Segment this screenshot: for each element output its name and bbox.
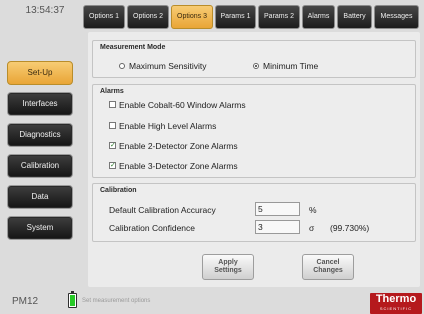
sigma-unit: σ — [309, 223, 315, 233]
calibration-accuracy-label: Default Calibration Accuracy — [109, 205, 216, 215]
checkbox-label: Enable 2-Detector Zone Alarms — [119, 141, 238, 151]
sidebar-item-setup[interactable]: Set-Up — [7, 61, 73, 85]
alarms-group: Alarms Enable Cobalt-60 Window Alarms En… — [92, 84, 416, 178]
tab-options-3[interactable]: Options 3 — [171, 5, 213, 29]
sidebar-item-data[interactable]: Data — [7, 185, 73, 209]
alarms-title: Alarms — [100, 88, 124, 95]
battery-icon — [68, 291, 77, 308]
radio-label: Maximum Sensitivity — [129, 61, 207, 71]
check-high-level-alarms[interactable]: Enable High Level Alarms — [109, 121, 216, 131]
check-cobalt-60-window-alarms[interactable]: Enable Cobalt-60 Window Alarms — [109, 100, 246, 110]
logo-name: Thermo — [375, 293, 417, 305]
checkbox-empty-icon[interactable] — [109, 122, 116, 130]
checkbox-label: Enable 3-Detector Zone Alarms — [119, 161, 238, 171]
apply-settings-button[interactable]: Apply Settings — [202, 254, 254, 280]
thermo-scientific-logo: Thermo SCIENTIFIC — [370, 293, 422, 314]
checkbox-label: Enable High Level Alarms — [119, 121, 217, 131]
tab-alarms[interactable]: Alarms — [302, 5, 335, 29]
device-name: PM12 — [12, 296, 39, 307]
tab-params-2[interactable]: Params 2 — [258, 5, 300, 29]
cancel-label-line-2: Changes — [313, 267, 343, 274]
cancel-label-line-1: Cancel — [316, 259, 340, 266]
calibration-accuracy-input[interactable] — [255, 202, 300, 216]
tab-params-1[interactable]: Params 1 — [215, 5, 256, 29]
calibration-confidence-label: Calibration Confidence — [109, 223, 195, 233]
sidebar-item-diagnostics[interactable]: Diagnostics — [7, 123, 73, 147]
checkbox-checked-icon[interactable]: ✓ — [109, 142, 116, 150]
check-3-detector-zone-alarms[interactable]: ✓ Enable 3-Detector Zone Alarms — [109, 161, 238, 171]
measurement-mode-title: Measurement Mode — [100, 44, 166, 51]
tab-options-2[interactable]: Options 2 — [127, 5, 169, 29]
checkbox-empty-icon[interactable] — [109, 101, 116, 109]
checkbox-checked-icon[interactable]: ✓ — [109, 162, 116, 170]
measurement-mode-group: Measurement Mode Maximum Sensitivity Min… — [92, 40, 416, 78]
sidebar-item-system[interactable]: System — [7, 216, 73, 240]
tab-battery[interactable]: Battery — [337, 5, 372, 29]
apply-label-line-2: Settings — [214, 267, 242, 274]
cancel-changes-button[interactable]: Cancel Changes — [302, 254, 354, 280]
status-message: Set measurement options — [82, 298, 151, 304]
tab-messages[interactable]: Messages — [374, 5, 419, 29]
confidence-percent-text: (99.730%) — [330, 223, 370, 233]
radio-maximum-sensitivity[interactable]: Maximum Sensitivity — [119, 61, 206, 71]
clock-time: 13:54:37 — [25, 5, 65, 16]
checkbox-label: Enable Cobalt-60 Window Alarms — [119, 100, 246, 110]
radio-minimum-time[interactable]: Minimum Time — [253, 61, 318, 71]
calibration-group: Calibration Default Calibration Accuracy… — [92, 183, 416, 242]
calibration-confidence-input[interactable] — [255, 220, 300, 234]
apply-label-line-1: Apply — [218, 259, 238, 266]
options-panel: Measurement Mode Maximum Sensitivity Min… — [88, 32, 420, 287]
radio-label: Minimum Time — [263, 61, 319, 71]
battery-level — [70, 294, 75, 306]
logo-tagline: SCIENTIFIC — [379, 306, 413, 311]
sidebar-item-interfaces[interactable]: Interfaces — [7, 92, 73, 116]
radio-circle-icon[interactable] — [119, 62, 125, 69]
calibration-title: Calibration — [100, 187, 137, 194]
percent-unit: % — [309, 205, 317, 215]
tab-options-1[interactable]: Options 1 — [83, 5, 125, 29]
radio-selected-icon[interactable] — [253, 62, 259, 69]
sidebar-item-calibration[interactable]: Calibration — [7, 154, 73, 178]
check-2-detector-zone-alarms[interactable]: ✓ Enable 2-Detector Zone Alarms — [109, 141, 238, 151]
